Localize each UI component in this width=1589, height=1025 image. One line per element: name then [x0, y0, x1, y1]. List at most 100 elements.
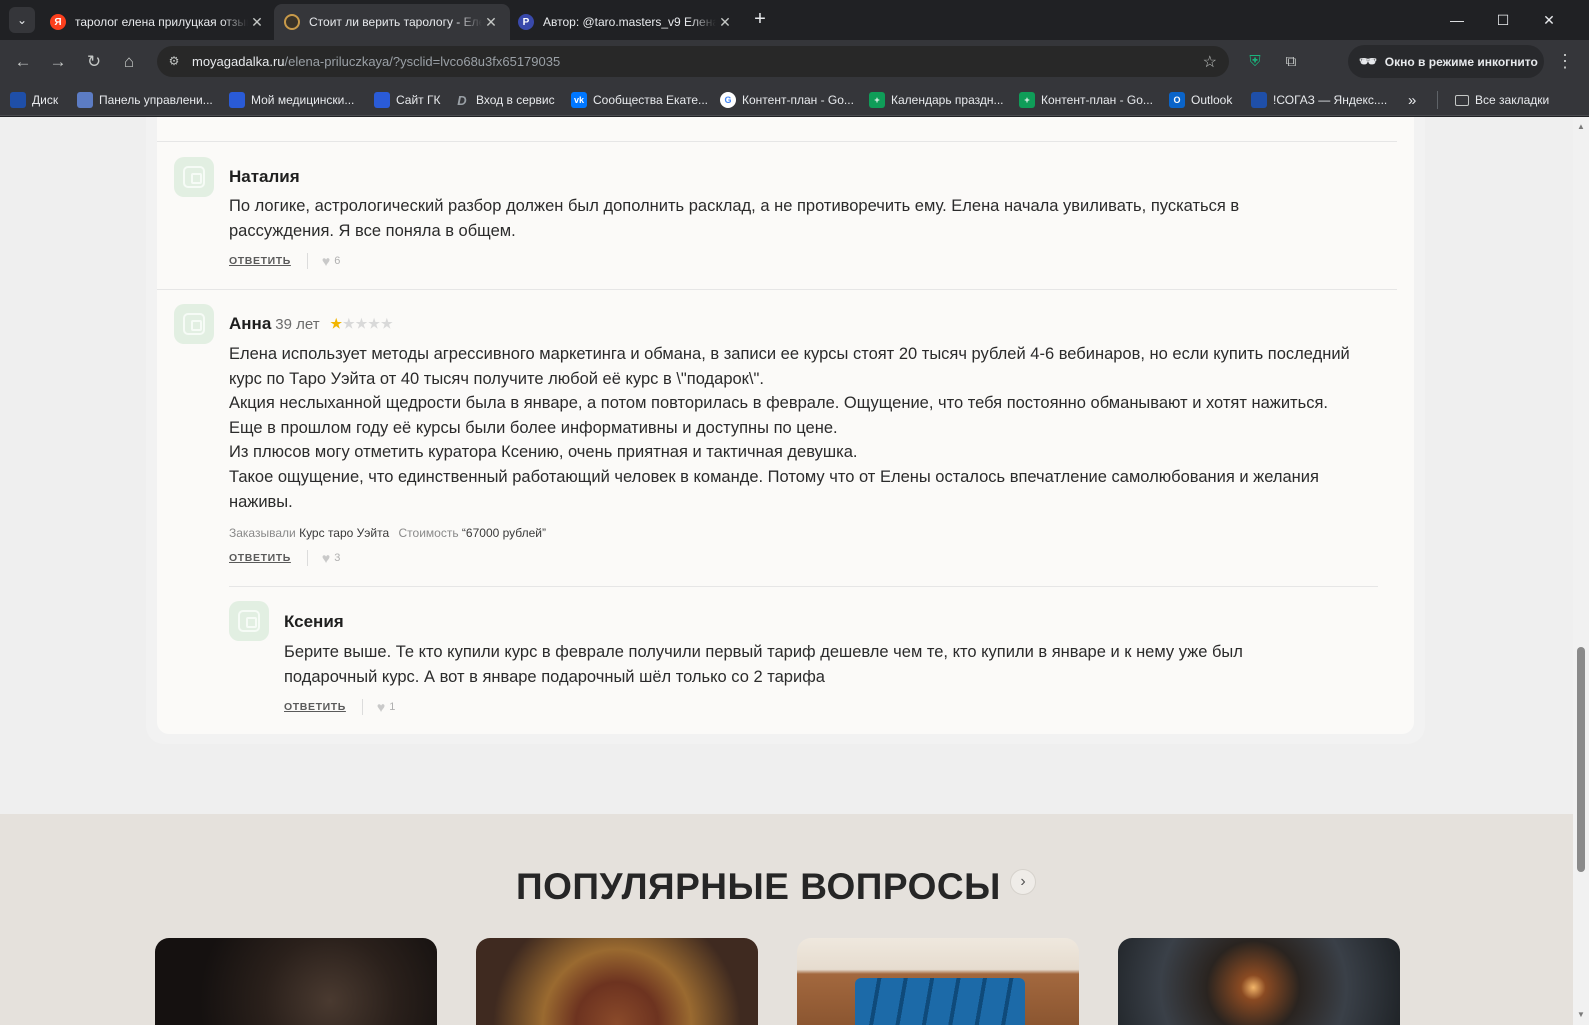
reply-button[interactable]: ОТВЕТИТЬ [284, 701, 346, 713]
ordered-label: Заказывали [229, 526, 296, 540]
tab-yandex-search[interactable]: Я таролог елена прилуцкая отзывы ✕ [40, 4, 276, 40]
bookmark-label: Все закладки [1475, 93, 1550, 107]
tab-title: таролог елена прилуцкая отзывы [75, 15, 248, 29]
p-icon: P [518, 14, 534, 30]
back-icon[interactable]: ← [11, 50, 35, 74]
moyagadalka-icon [284, 14, 300, 30]
comment-paragraph: Такое ощущение, что единственный работаю… [229, 467, 1319, 511]
bookmark-label: Контент-план - Go... [742, 93, 854, 107]
like-count: 6 [334, 255, 341, 267]
actions-separator [306, 550, 308, 566]
shield-extension-icon[interactable]: ⛨ [1244, 51, 1266, 73]
comment-actions: ОТВЕТИТЬ ♥ 6 [229, 253, 340, 269]
rating-stars: ★★★★★ [330, 316, 393, 332]
question-card-image[interactable] [1118, 938, 1400, 1025]
comment-text: По логике, астрологический разбор должен… [229, 197, 1240, 240]
medical-icon [229, 92, 245, 108]
reply-divider [229, 586, 1378, 587]
question-card-image[interactable] [797, 938, 1079, 1025]
like-count: 1 [389, 701, 396, 713]
bookmark-vk[interactable]: vk Сообщества Екате... [571, 90, 708, 110]
browser-menu-icon[interactable]: ⋮ [1556, 51, 1574, 72]
incognito-indicator[interactable]: 🕶 Окно в режиме инкогнито [1348, 45, 1544, 78]
avatar [174, 304, 214, 344]
sheets-icon: + [869, 92, 885, 108]
section-title: ПОПУЛЯРНЫЕ ВОПРОСЫ [516, 866, 1001, 907]
comment-actions: ОТВЕТИТЬ ♥ 1 [284, 699, 395, 715]
browser-toolbar: ← → ↻ ⌂ ⚙ moyagadalka.ru/elena-priluczka… [0, 40, 1589, 83]
comment-author: Ксения [284, 612, 344, 631]
reply-button[interactable]: ОТВЕТИТЬ [229, 255, 291, 267]
close-tab-icon[interactable]: ✕ [716, 14, 734, 31]
author-age: 39 лет [275, 316, 320, 333]
bookmark-login[interactable]: D Вход в сервис [454, 90, 555, 110]
vk-icon: vk [571, 92, 587, 108]
bookmark-sogaz[interactable]: !СОГАЗ — Яндекс.... [1251, 90, 1387, 110]
folder-icon [1455, 94, 1469, 106]
question-card-image[interactable] [476, 938, 758, 1025]
url-host: moyagadalka.ru [192, 54, 285, 69]
tab-author[interactable]: P Автор: @taro.masters_v9 Елена ✕ [508, 4, 744, 40]
comment-paragraph: Елена использует методы агрессивного мар… [229, 345, 1350, 388]
comment-text: Елена использует методы агрессивного мар… [229, 342, 1379, 514]
scroll-up-icon[interactable]: ▲ [1573, 119, 1589, 135]
tab-title: Автор: @taro.masters_v9 Елена [543, 15, 716, 29]
url-text[interactable]: moyagadalka.ru/elena-priluczkaya/?ysclid… [192, 54, 560, 69]
bookmark-divider [1437, 91, 1438, 109]
heart-icon[interactable]: ♥ [322, 253, 330, 269]
heart-icon[interactable]: ♥ [322, 550, 330, 566]
ordered-value: Курс таро Уэйта [299, 526, 390, 540]
bookmark-medical[interactable]: Мой медицински... [229, 90, 354, 110]
sogaz-icon [1251, 92, 1267, 108]
site-info-icon[interactable]: ⚙ [166, 53, 182, 69]
comment-author: Наталия [229, 167, 300, 186]
popular-questions-section: ПОПУЛЯРНЫЕ ВОПРОСЫ › [0, 814, 1573, 1025]
bookmark-label: Сайт ГК [396, 93, 441, 107]
bookmark-label: Outlook [1191, 93, 1233, 107]
new-tab-button[interactable]: + [749, 9, 771, 31]
close-window-icon[interactable]: ✕ [1526, 8, 1572, 32]
comment-paragraph: Из плюсов могу отметить куратора Ксению,… [229, 443, 858, 462]
forward-icon[interactable]: → [46, 50, 70, 74]
more-bookmarks-button[interactable]: » [1408, 90, 1416, 110]
tarot-cards-graphic [855, 978, 1025, 1025]
scrollbar-thumb[interactable] [1577, 647, 1585, 872]
bookmark-calendar[interactable]: + Календарь праздн... [869, 90, 1003, 110]
page-scrollbar[interactable]: ▲ ▼ [1573, 117, 1589, 1025]
address-bar[interactable]: ⚙ moyagadalka.ru/elena-priluczkaya/?yscl… [157, 46, 1229, 77]
reply-button[interactable]: ОТВЕТИТЬ [229, 552, 291, 564]
comment-text: Берите выше. Те кто купили курс в феврал… [284, 643, 1243, 686]
close-tab-icon[interactable]: ✕ [482, 14, 500, 31]
bookmark-content-plan-1[interactable]: G Контент-план - Go... [720, 90, 854, 110]
close-tab-icon[interactable]: ✕ [248, 14, 266, 31]
tab-search-button[interactable]: ⌄ [9, 7, 35, 33]
bookmark-content-plan-2[interactable]: + Контент-план - Go... [1019, 90, 1153, 110]
minimize-icon[interactable]: — [1434, 8, 1480, 32]
chevron-right-icon[interactable]: › [1010, 869, 1036, 895]
avatar [229, 601, 269, 641]
bookmark-disk[interactable]: Диск [10, 90, 58, 110]
bookmark-label: Панель управлени... [99, 93, 213, 107]
scroll-down-icon[interactable]: ▼ [1573, 1007, 1589, 1023]
home-icon[interactable]: ⌂ [117, 50, 141, 74]
bookmark-star-icon[interactable]: ☆ [1203, 52, 1217, 72]
actions-separator [361, 699, 363, 715]
reload-icon[interactable]: ↻ [82, 50, 106, 74]
bookmark-label: Вход в сервис [476, 93, 555, 107]
bookmark-outlook[interactable]: O Outlook [1169, 90, 1232, 110]
all-bookmarks-button[interactable]: Все закладки [1455, 90, 1549, 110]
avatar [174, 157, 214, 197]
bookmark-label: Календарь праздн... [891, 93, 1004, 107]
question-card-image[interactable] [155, 938, 437, 1025]
bookmark-label: Мой медицински... [251, 93, 355, 107]
bookmark-panel[interactable]: Панель управлени... [77, 90, 213, 110]
bookmark-site-gk[interactable]: Сайт ГК [374, 90, 441, 110]
maximize-icon[interactable]: ☐ [1480, 8, 1526, 32]
actions-separator [306, 253, 308, 269]
extensions-puzzle-icon[interactable]: ⧉ [1280, 51, 1302, 73]
google-icon: G [720, 92, 736, 108]
heart-icon[interactable]: ♥ [377, 699, 385, 715]
order-info: Заказывали Курс таро Уэйта Стоимость “67… [229, 526, 552, 540]
tab-moyagadalka[interactable]: Стоит ли верить тарологу - Елена ✕ [274, 4, 510, 40]
tab-strip: ⌄ Я таролог елена прилуцкая отзывы ✕ Сто… [0, 0, 1589, 40]
